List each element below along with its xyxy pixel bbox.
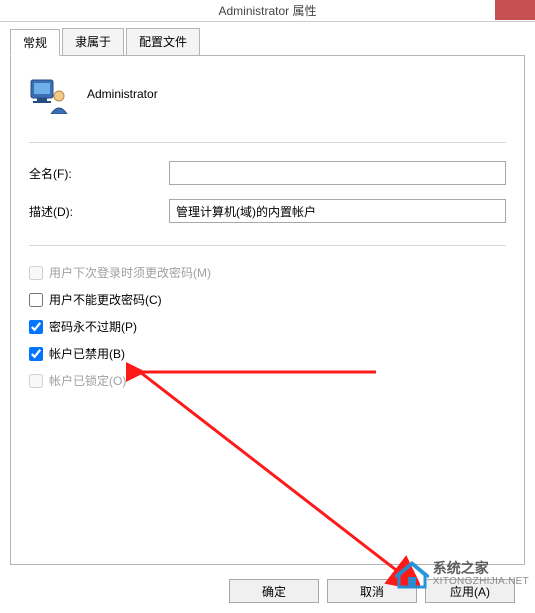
description-label: 描述(D): xyxy=(29,203,169,220)
description-row: 描述(D): xyxy=(29,199,506,223)
divider xyxy=(29,142,506,143)
fullname-input[interactable] xyxy=(169,161,506,185)
tab-memberof[interactable]: 隶属于 xyxy=(62,28,124,55)
tab-panel-general: Administrator 全名(F): 描述(D): 用户下次登录时须更改密码… xyxy=(10,55,525,565)
user-icon xyxy=(29,74,69,114)
window-title: Administrator 属性 xyxy=(218,2,316,19)
check-account-disabled-box[interactable] xyxy=(29,347,43,361)
check-account-locked-box xyxy=(29,374,43,388)
check-cannot-change-box[interactable] xyxy=(29,293,43,307)
check-never-expires[interactable]: 密码永不过期(P) xyxy=(29,318,506,335)
tab-profile[interactable]: 配置文件 xyxy=(126,28,200,55)
watermark-site-url: XITONGZHIJIA.NET xyxy=(433,576,529,587)
tab-general[interactable]: 常规 xyxy=(10,29,60,56)
check-account-disabled-label: 帐户已禁用(B) xyxy=(49,345,125,362)
description-input[interactable] xyxy=(169,199,506,223)
tab-strip: 常规 隶属于 配置文件 xyxy=(10,28,525,55)
fullname-label: 全名(F): xyxy=(29,165,169,182)
check-must-change: 用户下次登录时须更改密码(M) xyxy=(29,264,506,281)
close-button[interactable] xyxy=(495,0,535,20)
check-account-locked: 帐户已锁定(O) xyxy=(29,372,506,389)
check-cannot-change-label: 用户不能更改密码(C) xyxy=(49,291,162,308)
check-never-expires-label: 密码永不过期(P) xyxy=(49,318,137,335)
watermark-site-cn: 系统之家 xyxy=(433,561,529,576)
user-name: Administrator xyxy=(87,87,158,101)
check-must-change-box xyxy=(29,266,43,280)
titlebar: Administrator 属性 xyxy=(0,0,535,22)
divider-2 xyxy=(29,245,506,246)
check-must-change-label: 用户下次登录时须更改密码(M) xyxy=(49,264,211,281)
check-account-locked-label: 帐户已锁定(O) xyxy=(49,372,126,389)
check-cannot-change[interactable]: 用户不能更改密码(C) xyxy=(29,291,506,308)
check-account-disabled[interactable]: 帐户已禁用(B) xyxy=(29,345,506,362)
user-header: Administrator xyxy=(29,74,506,114)
ok-button[interactable]: 确定 xyxy=(229,579,319,603)
dialog-body: 常规 隶属于 配置文件 Administrator 全名(F): 描述(D): xyxy=(0,22,535,565)
watermark: 系统之家 XITONGZHIJIA.NET xyxy=(395,559,529,589)
check-never-expires-box[interactable] xyxy=(29,320,43,334)
fullname-row: 全名(F): xyxy=(29,161,506,185)
watermark-logo-icon xyxy=(395,559,429,589)
